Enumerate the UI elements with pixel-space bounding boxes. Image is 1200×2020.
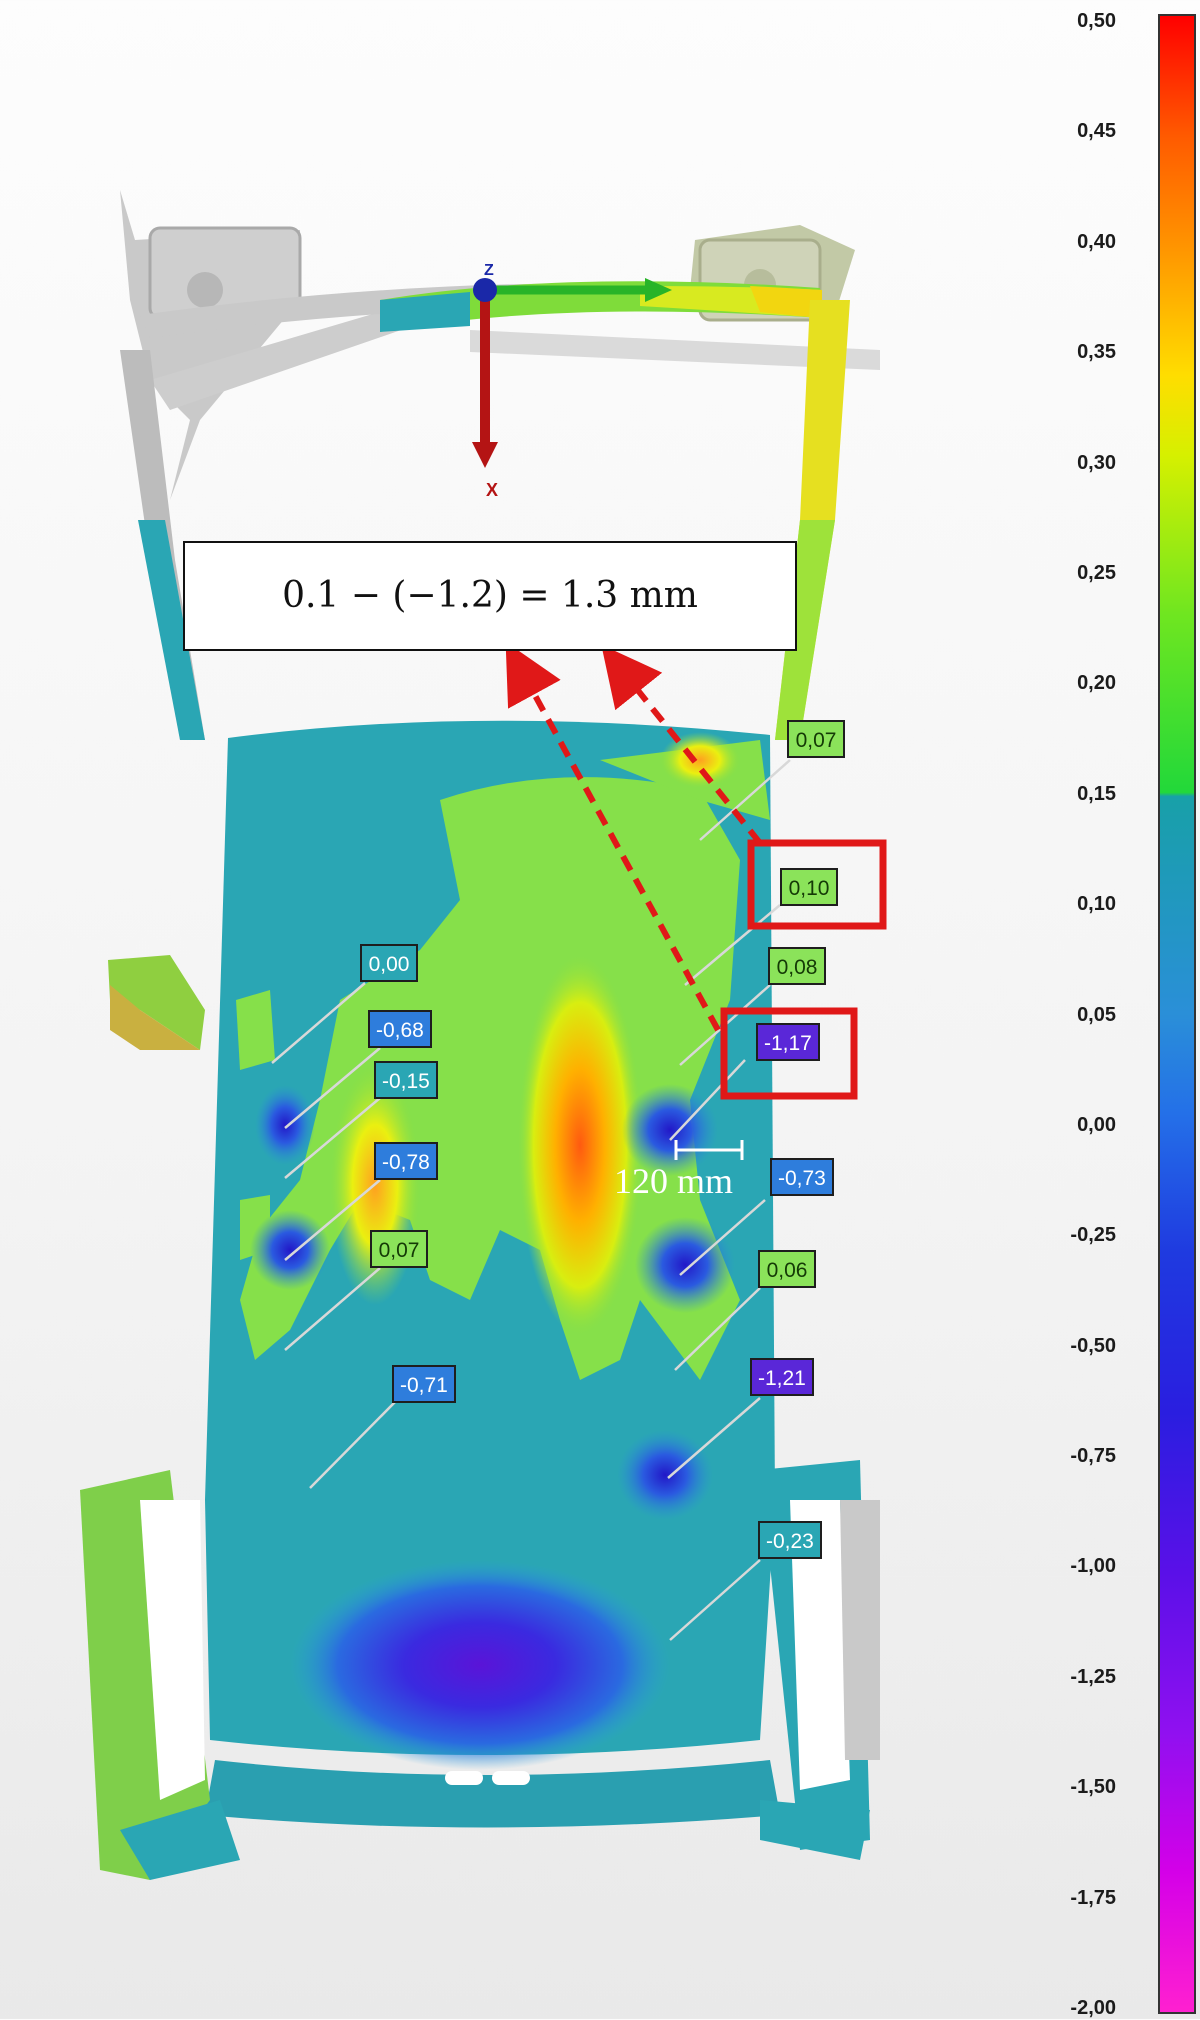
scale-bar-label: 120 mm (614, 1161, 734, 1201)
color-scale-tick: 0,00 (1077, 1113, 1116, 1136)
deviation-label: 0,07 (370, 1230, 428, 1268)
deviation-label: -0,73 (770, 1158, 834, 1196)
roof-panel (205, 720, 780, 1828)
color-scale-tick: 0,10 (1077, 893, 1116, 916)
color-scale-tick: -1,00 (1070, 1555, 1116, 1578)
deviation-label: -0,71 (392, 1365, 456, 1403)
deviation-label: 0,07 (787, 720, 845, 758)
upper-frame (120, 190, 880, 500)
color-scale-tick: -1,75 (1070, 1886, 1116, 1909)
formula-box: 0.1 − (−1.2) = 1.3 mm (183, 541, 797, 651)
deviation-label: -0,78 (374, 1142, 438, 1180)
color-scale-tick: -1,50 (1070, 1776, 1116, 1799)
z-axis-label: Z (484, 262, 494, 279)
color-scale-tick: -2,00 (1070, 1997, 1116, 2019)
deviation-label: 0,10 (780, 868, 838, 906)
deviation-map-stage: Z X 0.1 − (−1.2) = 1.3 mm 0,07 0,10 0,08… (0, 0, 1200, 2019)
formula-text: 0.1 − (−1.2) = 1.3 mm (282, 575, 698, 616)
color-scale-tick: 0,05 (1077, 1003, 1116, 1026)
deviation-label: -1,17 (756, 1023, 820, 1061)
deviation-label: 0,08 (768, 947, 826, 985)
deviation-label: -0,68 (368, 1010, 432, 1048)
color-scale-tick: 0,15 (1077, 782, 1116, 805)
color-scale-tick: -0,75 (1070, 1445, 1116, 1468)
deviation-label: -1,21 (750, 1358, 814, 1396)
x-axis-label: X (486, 480, 499, 500)
color-scale-tick: -1,25 (1070, 1665, 1116, 1688)
color-scale-tick: 0,30 (1077, 451, 1116, 474)
deviation-label: -0,23 (758, 1521, 822, 1559)
color-scale-bar (1158, 14, 1196, 2014)
color-scale-tick: 0,50 (1077, 10, 1116, 32)
deviation-label: -0,15 (374, 1061, 438, 1099)
part-deviation-map (80, 190, 887, 1880)
color-scale-tick: -0,25 (1070, 1224, 1116, 1247)
color-scale-tick: 0,40 (1077, 230, 1116, 253)
color-scale-tick: 0,45 (1077, 120, 1116, 143)
deviation-label: 0,00 (360, 944, 418, 982)
deviation-label: 0,06 (758, 1250, 816, 1288)
color-scale-tick: 0,35 (1077, 341, 1116, 364)
color-scale-tick: 0,25 (1077, 561, 1116, 584)
color-scale-tick: -0,50 (1070, 1334, 1116, 1357)
color-scale-tick: 0,20 (1077, 672, 1116, 695)
